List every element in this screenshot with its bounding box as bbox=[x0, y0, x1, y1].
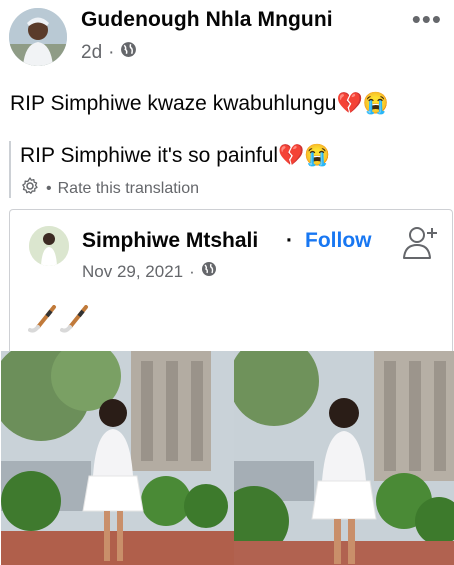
post-meta: 2d · bbox=[81, 41, 137, 64]
post-text: RIP Simphiwe kwaze kwabuhlungu💔😭 bbox=[10, 92, 389, 115]
shared-post[interactable]: Simphiwe Mtshali · Follow Nov 29, 2021 · bbox=[1, 209, 454, 565]
follow-button[interactable]: Follow bbox=[305, 229, 372, 253]
shared-post-emojis bbox=[28, 305, 92, 340]
translation-divider bbox=[9, 141, 11, 198]
shared-author-avatar[interactable] bbox=[29, 226, 69, 266]
shared-photo-1[interactable] bbox=[1, 351, 236, 565]
shared-post-date[interactable]: Nov 29, 2021 bbox=[82, 262, 183, 282]
more-icon[interactable]: ••• bbox=[412, 4, 442, 35]
gear-icon bbox=[20, 176, 40, 201]
hockey-stick-icon bbox=[28, 305, 92, 339]
meta-separator: · bbox=[108, 41, 115, 63]
author-name[interactable]: Gudenough Nhla Mnguni bbox=[81, 8, 333, 32]
translation-text: RIP Simphiwe it's so painful💔😭 bbox=[20, 144, 331, 167]
meta-separator: · bbox=[189, 261, 195, 281]
follow-separator: · bbox=[286, 229, 293, 252]
globe-icon bbox=[201, 261, 217, 282]
globe-icon bbox=[120, 41, 137, 64]
rate-translation-label[interactable]: Rate this translation bbox=[58, 180, 199, 198]
rate-separator: • bbox=[46, 179, 52, 197]
add-friend-icon[interactable] bbox=[402, 224, 440, 265]
shared-author-name[interactable]: Simphiwe Mtshali bbox=[82, 229, 258, 253]
shared-post-meta: Nov 29, 2021 · bbox=[82, 261, 217, 282]
rate-translation[interactable]: • Rate this translation bbox=[20, 176, 199, 201]
author-avatar[interactable] bbox=[9, 8, 67, 66]
shared-photo-2[interactable] bbox=[234, 351, 454, 565]
post-time[interactable]: 2d bbox=[81, 42, 102, 64]
